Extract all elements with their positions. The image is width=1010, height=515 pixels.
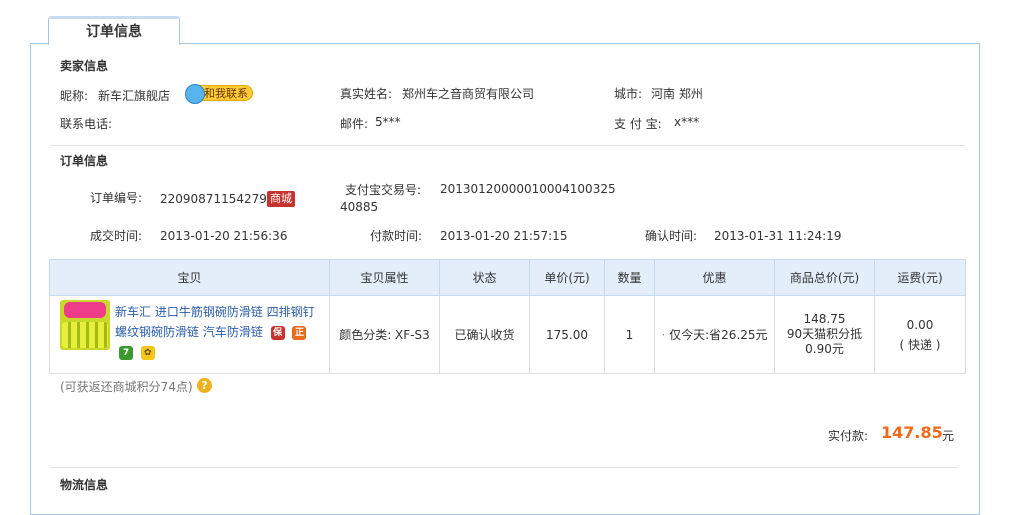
flower-icon: ✿ <box>140 345 155 360</box>
product-thumbnail[interactable] <box>60 300 110 350</box>
status-cell: 已确认收货 <box>439 295 530 374</box>
header-status: 状态 <box>439 259 530 296</box>
total-cell: 148.75 90天猫积分抵 0.90元 <box>774 295 875 374</box>
table-header-row: 宝贝 宝贝属性 状态 单价(元) 数量 优惠 商品总价(元) 运费(元) <box>49 259 966 296</box>
order-no: 220908711542791 <box>160 192 275 206</box>
email-label: 邮件: <box>340 117 369 131</box>
header-discount: 优惠 <box>654 259 775 296</box>
total-price: 148.75 <box>803 312 846 326</box>
points-deduction: 90天猫积分抵 <box>786 327 863 341</box>
discount-text: 仅今天:省26.25元 <box>669 328 768 342</box>
header-shipping: 运费(元) <box>874 259 966 296</box>
points-note: (可获返还商城积分74点) <box>60 380 193 394</box>
deal-time-label: 成交时间: <box>90 229 143 243</box>
certified-icon: 正 <box>292 325 307 340</box>
quantity-cell: 1 <box>604 295 655 374</box>
header-total: 商品总价(元) <box>774 259 875 296</box>
attribute-cell: 颜色分类: XF-S3 <box>329 295 440 374</box>
header-item: 宝贝 <box>49 259 330 296</box>
header-attribute: 宝贝属性 <box>329 259 440 296</box>
shipping-fee: 0.00 <box>906 317 934 332</box>
header-quantity: 数量 <box>604 259 655 296</box>
tab-order-info[interactable]: 订单信息 <box>48 17 180 45</box>
alipay-label: 支 付 宝: <box>614 117 662 131</box>
order-section-title: 订单信息 <box>60 154 109 168</box>
trade-no-line2: 40885 <box>340 200 379 214</box>
order-no-label: 订单编号: <box>90 191 143 205</box>
trade-no-line1: 20130120000010004100325 <box>440 182 616 196</box>
city-label: 城市: <box>614 87 643 101</box>
seller-email: 5*** <box>375 115 401 129</box>
seller-realname: 郑州车之音商贸有限公司 <box>402 87 535 101</box>
seven-day-return-icon: 7 <box>119 345 133 360</box>
points-deduction-amount: 0.90元 <box>805 342 844 356</box>
paid-unit: 元 <box>942 429 955 443</box>
section-divider <box>50 145 965 146</box>
trade-no-label: 支付宝交易号: <box>345 183 422 197</box>
shipping-method: ( 快递 ) <box>899 337 941 352</box>
seller-city: 河南 郑州 <box>651 87 703 101</box>
realname-label: 真实姓名: <box>340 87 393 101</box>
seller-section-title: 卖家信息 <box>60 59 109 73</box>
contact-me-label: 和我联系 <box>204 87 248 100</box>
nickname-label: 昵称: <box>60 89 89 103</box>
confirm-time: 2013-01-31 11:24:19 <box>714 229 842 243</box>
confirm-time-label: 确认时间: <box>645 229 698 243</box>
paid-amount: 147.85 <box>881 423 943 442</box>
product-title: 新车汇 进口牛筋钢碗防滑链 四排钢钉螺纹钢碗防滑链 汽车防滑链 <box>115 305 315 339</box>
tab-accent <box>48 16 180 19</box>
help-icon[interactable]: ? <box>197 378 212 393</box>
shipping-cell: 0.00 ( 快递 ) <box>874 295 966 374</box>
thumbnail-label-shape <box>64 302 106 318</box>
thumbnail-chain-shape <box>62 322 108 348</box>
seller-nickname: 新车汇旗舰店 <box>98 89 171 103</box>
bao-icon: 保 <box>270 325 285 340</box>
seller-alipay: x*** <box>674 115 700 129</box>
product-link[interactable]: 新车汇 进口牛筋钢碗防滑链 四排钢钉螺纹钢碗防滑链 汽车防滑链 保 正 7 ✿ <box>115 302 320 362</box>
logistics-divider <box>50 467 958 468</box>
deal-time: 2013-01-20 21:56:36 <box>160 229 288 243</box>
discount-dot: · <box>661 328 666 342</box>
mall-badge: 商城 <box>267 191 295 207</box>
phone-label: 联系电话: <box>60 117 113 131</box>
logistics-section-title: 物流信息 <box>60 478 109 492</box>
paid-label: 实付款: <box>828 429 869 443</box>
pay-time-label: 付款时间: <box>370 229 423 243</box>
unit-price-cell: 175.00 <box>529 295 605 374</box>
qq-icon <box>185 84 205 104</box>
contact-me-button[interactable]: 和我联系 <box>185 84 253 104</box>
pay-time: 2013-01-20 21:57:15 <box>440 229 568 243</box>
discount-cell: · 仅今天:省26.25元 <box>654 295 775 374</box>
header-unit-price: 单价(元) <box>529 259 605 296</box>
